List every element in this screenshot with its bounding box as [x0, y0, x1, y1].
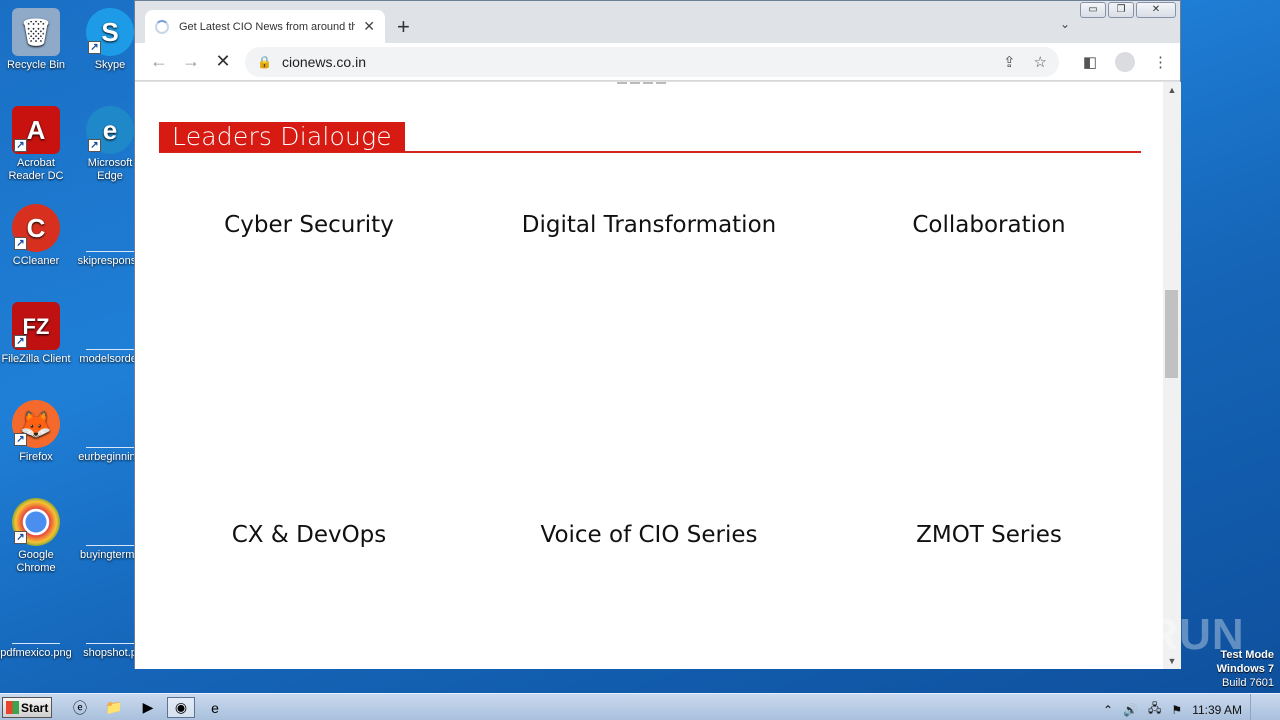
browser-window: ▭ ❐ ✕ Get Latest CIO News from around th…: [134, 0, 1181, 669]
scroll-up-arrow-icon[interactable]: ▲: [1163, 82, 1181, 98]
anyrun-watermark: ANY RUN: [1038, 610, 1245, 659]
category-cyber-security[interactable]: Cyber Security: [139, 212, 479, 238]
taskbar-chrome-icon[interactable]: ◉: [167, 697, 195, 718]
forward-button[interactable]: →: [175, 51, 207, 72]
share-icon[interactable]: ⇪: [1003, 53, 1016, 71]
browser-tab-active[interactable]: Get Latest CIO News from around the ✕: [145, 10, 385, 43]
taskbar: Start ⓔ 📁 ▶ ◉ e ⌃ 🔊 🖧 ⚑ 11:39 AM: [0, 693, 1280, 720]
acrobat-icon: A ↗: [12, 106, 60, 154]
lock-icon: 🔒: [257, 55, 272, 69]
stop-loading-button[interactable]: ✕: [207, 51, 239, 72]
profile-avatar-icon[interactable]: [1115, 52, 1135, 72]
tab-search-chevron-icon[interactable]: ⌄: [1060, 17, 1070, 31]
test-mode-notice: Test Mode Windows 7 Build 7601: [1216, 649, 1274, 689]
new-tab-button[interactable]: +: [397, 14, 410, 40]
desktop-icon-recycle-bin[interactable]: 🗑 Recycle Bin: [0, 8, 72, 72]
taskbar-ie-icon[interactable]: ⓔ: [66, 697, 94, 718]
kebab-menu-icon[interactable]: ⋮: [1153, 53, 1168, 71]
bookmark-star-icon[interactable]: ☆: [1034, 53, 1047, 71]
desktop-icon-firefox[interactable]: 🦊 ↗ Firefox: [0, 400, 72, 464]
file-icon: [86, 400, 134, 448]
action-center-flag-icon[interactable]: ⚑: [1171, 703, 1182, 717]
category-cx-devops[interactable]: CX & DevOps: [139, 522, 479, 548]
file-icon: [12, 596, 60, 644]
category-zmot-series[interactable]: ZMOT Series: [819, 522, 1159, 548]
shortcut-arrow-icon: ↗: [14, 237, 27, 250]
category-collaboration[interactable]: Collaboration: [819, 212, 1159, 238]
network-icon[interactable]: 🖧: [1148, 699, 1161, 720]
edge-icon: e ↗: [86, 106, 134, 154]
skype-icon: S ↗: [86, 8, 134, 56]
volume-icon[interactable]: 🔊: [1123, 703, 1138, 717]
address-bar[interactable]: 🔒 cionews.co.in ⇪ ☆: [245, 47, 1059, 77]
taskbar-explorer-icon[interactable]: 📁: [100, 697, 128, 718]
file-icon: [86, 302, 134, 350]
shortcut-arrow-icon: ↗: [14, 139, 27, 152]
browser-toolbar: ← → ✕ 🔒 cionews.co.in ⇪ ☆ ◧ ⋮: [135, 43, 1180, 81]
shortcut-arrow-icon: ↗: [14, 531, 27, 544]
desktop-icon-filezilla[interactable]: FZ ↗ FileZilla Client: [0, 302, 72, 366]
scrollbar-thumb[interactable]: [1165, 290, 1178, 378]
side-panel-icon[interactable]: ◧: [1083, 53, 1097, 71]
ccleaner-icon: C ↗: [12, 204, 60, 252]
back-button[interactable]: ←: [143, 51, 175, 72]
file-icon: [86, 498, 134, 546]
clock[interactable]: 11:39 AM: [1192, 703, 1242, 717]
filezilla-icon: FZ ↗: [12, 302, 60, 350]
section-title: Leaders Dialouge: [159, 122, 405, 152]
url-text: cionews.co.in: [281, 54, 366, 70]
chrome-icon: ↗: [12, 498, 60, 546]
shortcut-arrow-icon: ↗: [14, 433, 27, 446]
recycle-bin-icon: 🗑: [12, 8, 60, 56]
tab-close-icon[interactable]: ✕: [363, 18, 375, 35]
desktop-icon-chrome[interactable]: ↗ Google Chrome: [0, 498, 72, 575]
page-viewport: ▬▬▬▬ Leaders Dialouge Cyber Security Dig…: [135, 82, 1163, 669]
file-icon: [86, 204, 134, 252]
desktop-icon-ccleaner[interactable]: C ↗ CCleaner: [0, 204, 72, 268]
section-header: Leaders Dialouge: [159, 122, 1141, 153]
start-button[interactable]: Start: [2, 697, 52, 718]
category-voice-of-cio[interactable]: Voice of CIO Series: [479, 522, 819, 548]
desktop-icon-acrobat[interactable]: A ↗ Acrobat Reader DC: [0, 106, 72, 183]
system-tray: ⌃ 🔊 🖧 ⚑ 11:39 AM: [1103, 699, 1242, 720]
tray-expand-icon[interactable]: ⌃: [1103, 703, 1113, 717]
category-digital-transformation[interactable]: Digital Transformation: [479, 212, 819, 238]
desktop-icon-pdfmexico[interactable]: pdfmexico.png: [0, 596, 72, 660]
show-desktop-button[interactable]: [1250, 694, 1280, 720]
shortcut-arrow-icon: ↗: [88, 139, 101, 152]
loading-spinner-icon: [155, 19, 169, 34]
tab-title: Get Latest CIO News from around the: [179, 20, 356, 33]
page-scrollbar[interactable]: ▲ ▼: [1163, 82, 1181, 669]
carousel-dots: ▬▬▬▬: [617, 82, 669, 87]
minimize-button[interactable]: ▭: [1080, 2, 1106, 18]
taskbar-edge-icon[interactable]: e: [201, 697, 229, 718]
close-window-button[interactable]: ✕: [1136, 2, 1176, 18]
firefox-icon: 🦊 ↗: [12, 400, 60, 448]
shortcut-arrow-icon: ↗: [14, 335, 27, 348]
maximize-button[interactable]: ❐: [1108, 2, 1134, 18]
file-icon: [86, 596, 134, 644]
shortcut-arrow-icon: ↗: [88, 41, 101, 54]
windows-logo-icon: [6, 701, 19, 714]
window-controls: ▭ ❐ ✕: [1080, 2, 1176, 18]
taskbar-media-player-icon[interactable]: ▶: [134, 697, 162, 718]
